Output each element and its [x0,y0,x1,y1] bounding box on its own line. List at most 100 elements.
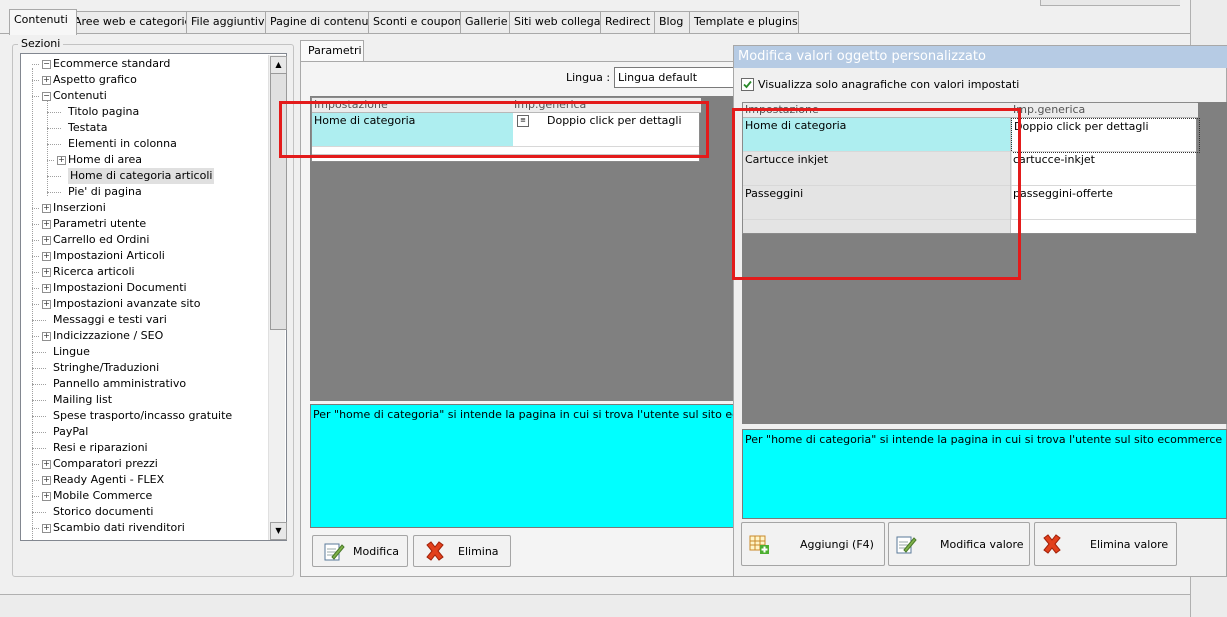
tab-contenuti[interactable]: Contenuti [9,9,77,35]
tree-item-label: Indicizzazione / SEO [53,329,164,342]
tree-connector [32,496,39,498]
expand-plus-icon[interactable]: + [42,236,51,245]
tree-item-label: Home di area [68,153,143,166]
tree-connector [47,112,61,114]
tree-connector [47,176,61,178]
tree-item-label: Spese trasporto/incasso gratuite [53,409,233,422]
tree-item-label: Pannello amministrativo [53,377,187,390]
tab-template-plugins[interactable]: Template e plugins [689,11,799,34]
checkbox-label: Visualizza solo anagrafiche con valori i… [758,78,1020,91]
expand-plus-icon[interactable]: + [42,492,51,501]
expand-plus-icon[interactable]: + [42,252,51,261]
tree-connector [32,224,39,226]
collapse-minus-icon[interactable]: − [42,60,51,69]
modifica-valore-label: Modifica valore [940,537,1024,551]
edit-icon [896,536,917,554]
modifica-valore-button[interactable]: Modifica valore [888,522,1030,566]
tab-label: Sconti e coupon [373,15,462,28]
expand-plus-icon[interactable]: + [42,524,51,533]
scroll-up-arrow-icon[interactable]: ▲ [270,56,287,74]
expand-plus-icon[interactable]: + [42,460,51,469]
tree-connector [32,336,39,338]
tab-label: Contenuti [14,13,68,26]
tree-item-label: Home di categoria articoli [68,168,215,184]
tree-connector [32,208,39,210]
sections-tree[interactable]: − Ecommerce standard + Aspetto grafico − Cont… [20,53,287,541]
tab-parametri[interactable]: Parametri [300,40,364,62]
tab-file-aggiuntivi[interactable]: File aggiuntivi [186,11,273,34]
tree-item-label: Scambio dati rivenditori [53,521,185,534]
tab-siti-web-collegati[interactable]: Siti web collegati [509,11,608,34]
tree-connector [32,240,39,242]
tree-item-label: Contenuti [53,89,107,102]
edit-icon [324,543,345,561]
scroll-down-arrow-icon[interactable]: ▼ [270,522,287,540]
tab-pagine-contenuti[interactable]: Pagine di contenuti [265,11,376,34]
tab-aree-web[interactable]: Aree web e categorie [69,11,192,34]
tree-connector [32,432,46,434]
tree-connector [47,192,61,194]
grid-cell-value[interactable]: cartucce-inkjet [1011,152,1198,185]
expand-plus-icon[interactable]: + [42,220,51,229]
lingua-label: Lingua : [566,71,611,84]
tree-item-label: Stringhe/Traduzioni [53,361,160,374]
modifica-button[interactable]: Modifica [312,535,408,567]
top-right-frame [1040,0,1180,6]
tree-item-label: Pie' di pagina [68,185,142,198]
tab-gallerie[interactable]: Gallerie [460,11,516,34]
aggiungi-button[interactable]: Aggiungi (F4) [741,522,885,566]
delete-x-icon [426,541,444,561]
tree-connector [32,272,39,274]
tree-connector [32,528,39,530]
tree-connector [32,512,46,514]
tree-connector [32,368,46,370]
tree-item-label: Mailing list [53,393,113,406]
tab-redirect[interactable]: Redirect [600,11,662,34]
tree-item-label: Impostazioni Articoli [53,249,165,262]
expand-plus-icon[interactable]: + [42,204,51,213]
annotation-highlight-box [279,101,709,158]
tab-label: Template e plugins [694,15,798,28]
add-table-icon [749,535,769,554]
tree-item-label: Parametri utente [53,217,147,230]
tree-connector [47,144,61,146]
tree-connector [32,480,39,482]
parametri-description: Per "home di categoria" si intende la pa… [310,404,740,528]
tree-connector [32,352,46,354]
tab-sconti-coupon[interactable]: Sconti e coupon [368,11,466,34]
expand-plus-icon[interactable]: + [42,268,51,277]
elimina-valore-button[interactable]: Elimina valore [1034,522,1177,566]
checkbox-box[interactable] [741,78,754,91]
expand-plus-icon[interactable]: + [42,300,51,309]
col-header-imp-generica[interactable]: Imp.generica [1011,103,1198,118]
tab-label: Redirect [605,15,651,28]
collapse-minus-icon[interactable]: − [42,92,51,101]
grid-cell-value[interactable]: passeggini-offerte [1011,186,1198,219]
tree-connector [32,384,46,386]
sections-title: Sezioni [18,37,64,50]
expand-plus-icon[interactable]: + [42,332,51,341]
tree-connector [32,320,46,322]
tree-connector [32,80,39,82]
tree-connector [32,256,39,258]
tree-connector [32,448,46,450]
tree-item-label: Messaggi e testi vari [53,313,167,326]
expand-plus-icon[interactable]: + [57,156,66,165]
tree-item-label: Ecommerce standard [53,57,171,70]
expand-plus-icon[interactable]: + [42,476,51,485]
tree-item-label: Ricerca articoli [53,265,135,278]
expand-plus-icon[interactable]: + [42,284,51,293]
only-set-values-checkbox[interactable]: Visualizza solo anagrafiche con valori i… [741,78,1019,91]
tree-item-label: Lingue [53,345,90,358]
tree-connector [47,100,49,196]
grid-cell-value[interactable]: Doppio click per dettagli [1011,118,1200,153]
tree-connector [32,96,39,98]
tab-label: Pagine di contenuti [270,15,376,28]
tab-label: Blog [659,15,684,28]
elimina-button-label: Elimina [458,544,499,558]
tab-label: Gallerie [465,15,508,28]
elimina-button[interactable]: Elimina [413,535,511,567]
lingua-select[interactable]: Lingua default [614,67,736,88]
tree-connector [32,288,39,290]
expand-plus-icon[interactable]: + [42,76,51,85]
